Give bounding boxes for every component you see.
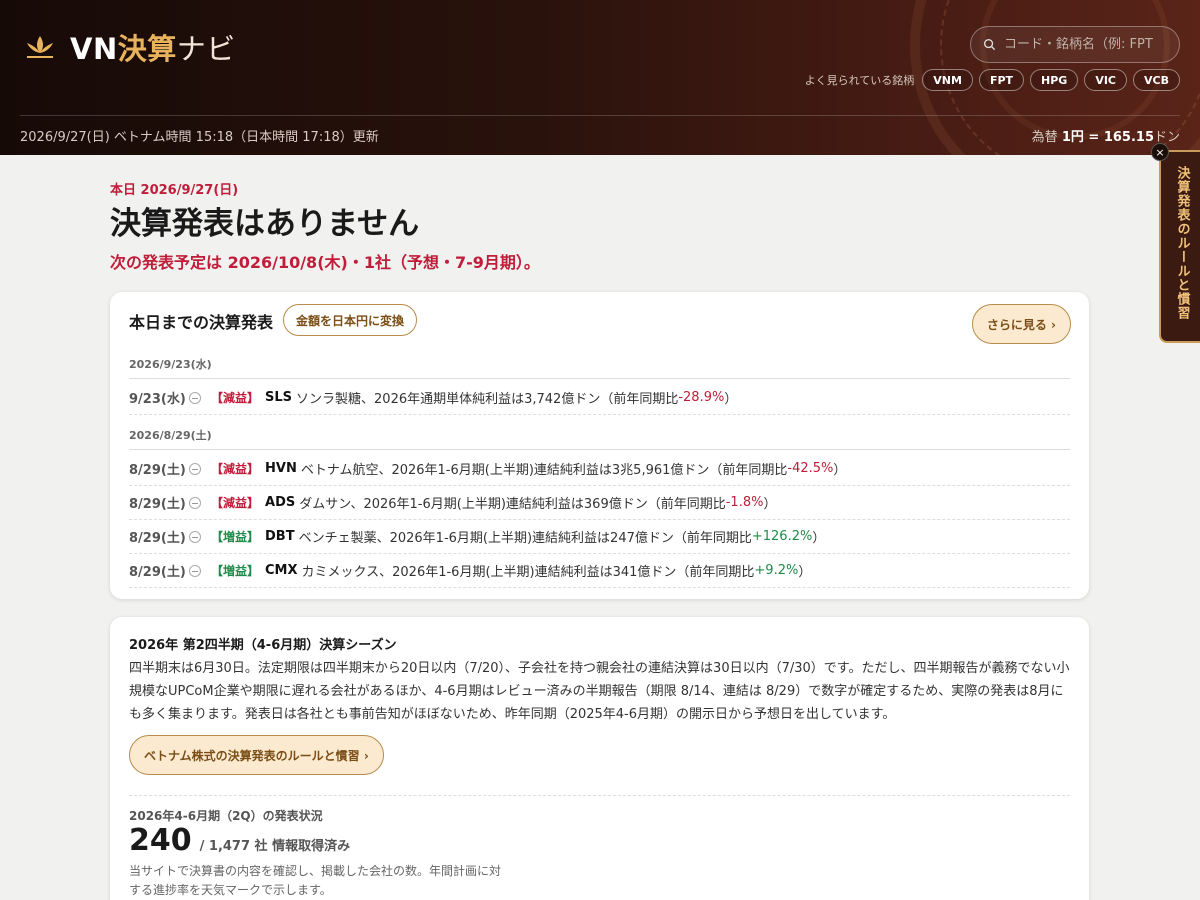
- row-date: 9/23(水): [129, 392, 186, 407]
- result-row[interactable]: 8/29(土) 【減益】 ADS ダムサン、2026年1-6月期(上半期)連結純…: [129, 486, 1070, 520]
- change-value: -1.8%: [725, 495, 764, 510]
- date-group-header: 2026/9/23(水): [129, 356, 1070, 379]
- collapse-icon[interactable]: [189, 496, 201, 509]
- stock-chip-fpt[interactable]: FPT: [978, 69, 1025, 91]
- recent-results-card: 本日までの決算発表 金額を日本円に変換 さらに見る › 2026/9/23(水)…: [110, 292, 1089, 599]
- site-header: VN決算ナビ よく見られている銘柄 VNM FPT HPG VIC VCB 20…: [0, 0, 1200, 155]
- search-input[interactable]: [1004, 37, 1174, 52]
- total-count: / 1,477 社 情報取得済み: [199, 839, 351, 854]
- result-text: ソンラ製糖、2026年通期単体純利益は3,742億ドン（前年同期比: [296, 392, 679, 407]
- close-icon[interactable]: ×: [1151, 143, 1169, 161]
- result-text: ベトナム航空、2026年1-6月期(上半期)連結純利益は3兆5,961億ドン（前…: [300, 463, 788, 478]
- result-row[interactable]: 9/23(水) 【減益】 SLS ソンラ製糖、2026年通期単体純利益は3,74…: [129, 381, 1070, 415]
- result-close: ）: [798, 565, 812, 580]
- rules-side-tab[interactable]: 決算発表のルールと慣習: [1159, 150, 1200, 343]
- status-note: 当サイトで決算書の内容を確認し、掲載した会社の数。年間計画に対する進捗率を天気マ…: [129, 864, 502, 897]
- reported-count: 240: [129, 823, 192, 858]
- header-divider: [20, 115, 1180, 116]
- logo-kana: ナビ: [176, 32, 236, 66]
- result-row[interactable]: 8/29(土) 【減益】 HVN ベトナム航空、2026年1-6月期(上半期)連…: [129, 452, 1070, 486]
- stock-chip-vnm[interactable]: VNM: [922, 69, 973, 91]
- stock-chip-vic[interactable]: VIC: [1084, 69, 1128, 91]
- page-title: 決算発表はありません: [110, 206, 420, 242]
- row-date: 8/29(土): [129, 531, 186, 546]
- profit-tag: 【減益】: [211, 462, 260, 476]
- profit-tag: 【増益】: [211, 564, 260, 578]
- stock-code[interactable]: DBT: [265, 529, 295, 544]
- section-divider: [129, 795, 1070, 796]
- status-label: 2026年4-6月期（2Q）の発表状況: [129, 809, 323, 823]
- collapse-icon[interactable]: [189, 391, 201, 404]
- search-icon: [983, 38, 996, 51]
- stock-code[interactable]: ADS: [265, 495, 295, 510]
- result-row[interactable]: 8/29(土) 【増益】 CMX カミメックス、2026年1-6月期(上半期)連…: [129, 554, 1070, 588]
- site-logo[interactable]: VN決算ナビ: [24, 26, 236, 68]
- profit-tag: 【増益】: [211, 530, 260, 544]
- logo-vn: VN: [70, 32, 118, 66]
- collapse-icon[interactable]: [189, 530, 201, 543]
- profit-tag: 【減益】: [211, 496, 260, 510]
- today-date: 本日 2026/9/27(日): [110, 183, 239, 198]
- next-announcement: 次の発表予定は 2026/10/8(木)・1社（予想・7-9月期）。: [110, 253, 540, 272]
- result-text: ベンチェ製薬、2026年1-6月期(上半期)連結純利益は247億ドン（前年同期比: [298, 531, 752, 546]
- row-date: 8/29(土): [129, 497, 186, 512]
- lotus-icon: [27, 36, 53, 58]
- season-card: 2026年 第2四半期（4-6月期）決算シーズン 四半期末は6月30日。法定期限…: [110, 617, 1089, 900]
- rules-button[interactable]: ベトナム株式の決算発表のルールと慣習 ›: [129, 735, 384, 775]
- site-title: VN決算ナビ: [70, 26, 236, 68]
- popular-stocks: よく見られている銘柄 VNM FPT HPG VIC VCB: [805, 69, 1180, 91]
- stock-chip-vcb[interactable]: VCB: [1133, 69, 1180, 91]
- updated-timestamp: 2026/9/27(日) ベトナム時間 15:18（日本時間 17:18）更新: [20, 130, 379, 145]
- stock-code[interactable]: HVN: [265, 461, 297, 476]
- stock-chip-hpg[interactable]: HPG: [1030, 69, 1079, 91]
- result-close: ）: [812, 531, 826, 546]
- stock-code[interactable]: SLS: [265, 390, 292, 405]
- result-text: カミメックス、2026年1-6月期(上半期)連結純利益は341億ドン（前年同期比: [301, 565, 755, 580]
- fx-value: 1円 = 165.15: [1061, 130, 1154, 145]
- profit-tag: 【減益】: [211, 391, 260, 405]
- row-date: 8/29(土): [129, 565, 186, 580]
- season-description: 四半期末は6月30日。法定期限は四半期末から20日以内（7/20）、子会社を持つ…: [129, 661, 1070, 722]
- popular-label: よく見られている銘柄: [804, 74, 915, 87]
- convert-yen-button[interactable]: 金額を日本円に変換: [283, 304, 418, 336]
- result-close: ）: [763, 497, 777, 512]
- see-more-button[interactable]: さらに見る ›: [971, 304, 1071, 344]
- status-count: 240 / 1,477 社 情報取得済み: [129, 823, 350, 858]
- result-close: ）: [833, 463, 847, 478]
- side-tab-label: 決算発表のルールと慣習: [1174, 166, 1190, 320]
- change-value: +9.2%: [754, 563, 799, 578]
- fx-label: 為替: [1031, 130, 1058, 145]
- change-value: -42.5%: [787, 461, 834, 476]
- collapse-icon[interactable]: [189, 462, 201, 475]
- result-text: ダムサン、2026年1-6月期(上半期)連結純利益は369億ドン（前年同期比: [299, 497, 726, 512]
- date-group-header: 2026/8/29(土): [129, 427, 1070, 450]
- season-title: 2026年 第2四半期（4-6月期）決算シーズン: [129, 638, 397, 653]
- result-row[interactable]: 8/29(土) 【増益】 DBT ベンチェ製薬、2026年1-6月期(上半期)連…: [129, 520, 1070, 554]
- search-box[interactable]: [970, 26, 1180, 63]
- row-date: 8/29(土): [129, 463, 186, 478]
- logo-accent: 決算: [117, 32, 177, 66]
- recent-results-title: 本日までの決算発表: [129, 313, 274, 332]
- change-value: -28.9%: [678, 390, 725, 405]
- result-close: ）: [724, 392, 738, 407]
- stock-code[interactable]: CMX: [265, 563, 298, 578]
- collapse-icon[interactable]: [189, 564, 201, 577]
- change-value: +126.2%: [751, 529, 813, 544]
